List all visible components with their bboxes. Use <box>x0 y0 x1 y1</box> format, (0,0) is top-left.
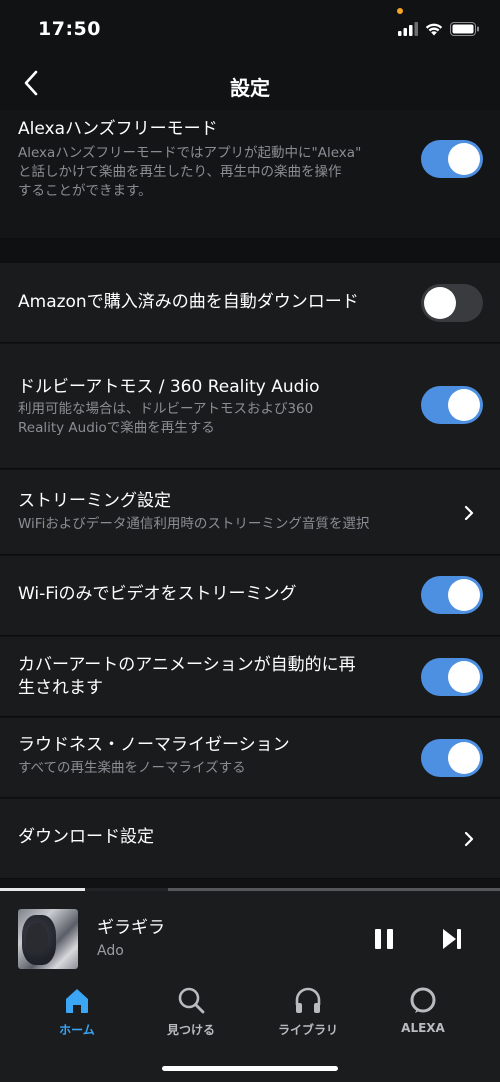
tab-find[interactable]: 見つける <box>141 985 241 1045</box>
page-title: 設定 <box>230 76 270 100</box>
mini-player[interactable]: ギラギラ Ado <box>0 891 500 975</box>
tab-label: ホーム <box>59 1023 95 1037</box>
setting-title: Amazonで購入済みの曲を自動ダウンロード <box>18 292 359 312</box>
status-icons <box>398 22 480 36</box>
search-icon <box>178 987 205 1014</box>
loudness-normalization-toggle[interactable] <box>421 739 483 777</box>
toggle-knob <box>448 579 480 611</box>
setting-dolby-atmos: ドルビーアトモス / 360 Reality Audio 利用可能な場合は、ドル… <box>0 344 500 469</box>
setting-title: 生されます <box>18 678 103 698</box>
wifi-icon <box>425 23 443 36</box>
setting-cover-art-animation: カバーアートのアニメーションが自動的に再 生されます <box>0 637 500 717</box>
skip-next-icon[interactable] <box>440 927 464 951</box>
tab-home[interactable]: ホーム <box>27 985 127 1045</box>
toggle-knob <box>448 742 480 774</box>
chevron-right-icon <box>464 505 474 521</box>
settings-list: Alexaハンズフリーモード Alexaハンズフリーモードではアプリが起動中に"… <box>0 110 500 888</box>
tab-alexa[interactable]: ALEXA <box>373 985 473 1045</box>
album-art <box>18 909 78 969</box>
headphones-icon <box>295 987 321 1013</box>
album-art-face <box>26 923 48 953</box>
status-bar: 17:50 <box>0 0 500 60</box>
tab-label: ライブラリ <box>277 1023 338 1037</box>
section-divider <box>0 239 500 263</box>
setting-subtitle: 利用可能な場合は、ドルビーアトモスおよび360 <box>18 401 314 417</box>
track-title: ギラギラ <box>97 918 165 938</box>
toggle-knob <box>424 287 456 319</box>
setting-wifi-video: Wi-Fiのみでビデオをストリーミング <box>0 556 500 636</box>
setting-subtitle: Alexaハンズフリーモードではアプリが起動中に"Alexa" <box>18 145 362 161</box>
setting-title: カバーアートのアニメーションが自動的に再 <box>18 655 356 675</box>
setting-title: Wi-Fiのみでビデオをストリーミング <box>18 584 297 604</box>
setting-subtitle: と話しかけて楽曲を再生したり、再生中の楽曲を操作 <box>18 164 342 180</box>
setting-subtitle: することができます。 <box>18 183 152 199</box>
setting-title: ストリーミング設定 <box>18 491 171 511</box>
setting-subtitle: すべての再生楽曲をノーマライズする <box>18 760 246 776</box>
cellular-signal-icon <box>398 22 418 36</box>
home-icon <box>66 989 88 1013</box>
setting-title: Alexaハンズフリーモード <box>18 119 218 139</box>
toggle-knob <box>448 389 480 421</box>
alexa-handsfree-toggle[interactable] <box>421 140 483 178</box>
toggle-knob <box>448 143 480 175</box>
setting-loudness-normalization: ラウドネス・ノーマライゼーション すべての再生楽曲をノーマライズする <box>0 718 500 798</box>
privacy-indicator-dot <box>397 8 403 14</box>
setting-title: ドルビーアトモス / 360 Reality Audio <box>18 377 320 397</box>
status-time: 17:50 <box>38 18 101 40</box>
setting-subtitle: Reality Audioで楽曲を再生する <box>18 420 215 436</box>
home-indicator[interactable] <box>162 1066 338 1071</box>
dolby-atmos-toggle[interactable] <box>421 386 483 424</box>
pause-icon[interactable] <box>372 927 396 951</box>
tab-library[interactable]: ライブラリ <box>258 985 358 1045</box>
setting-title: ラウドネス・ノーマライゼーション <box>18 735 290 755</box>
chevron-right-icon <box>464 831 474 847</box>
setting-subtitle: WiFiおよびデータ通信利用時のストリーミング音質を選択 <box>18 516 370 532</box>
wifi-video-toggle[interactable] <box>421 576 483 614</box>
setting-alexa-handsfree: Alexaハンズフリーモード Alexaハンズフリーモードではアプリが起動中に"… <box>0 110 500 239</box>
track-artist: Ado <box>97 943 124 959</box>
setting-download[interactable]: ダウンロード設定 <box>0 799 500 879</box>
setting-auto-download: Amazonで購入済みの曲を自動ダウンロード <box>0 263 500 343</box>
tab-label: ALEXA <box>401 1021 445 1035</box>
setting-streaming[interactable]: ストリーミング設定 WiFiおよびデータ通信利用時のストリーミング音質を選択 <box>0 470 500 555</box>
cover-art-animation-toggle[interactable] <box>421 658 483 696</box>
setting-title: ダウンロード設定 <box>18 827 154 847</box>
alexa-icon <box>410 987 436 1013</box>
navigation-bar: 設定 <box>0 60 500 110</box>
auto-download-toggle[interactable] <box>421 284 483 322</box>
tab-label: 見つける <box>166 1023 215 1037</box>
battery-icon <box>450 22 479 36</box>
toggle-knob <box>448 661 480 693</box>
